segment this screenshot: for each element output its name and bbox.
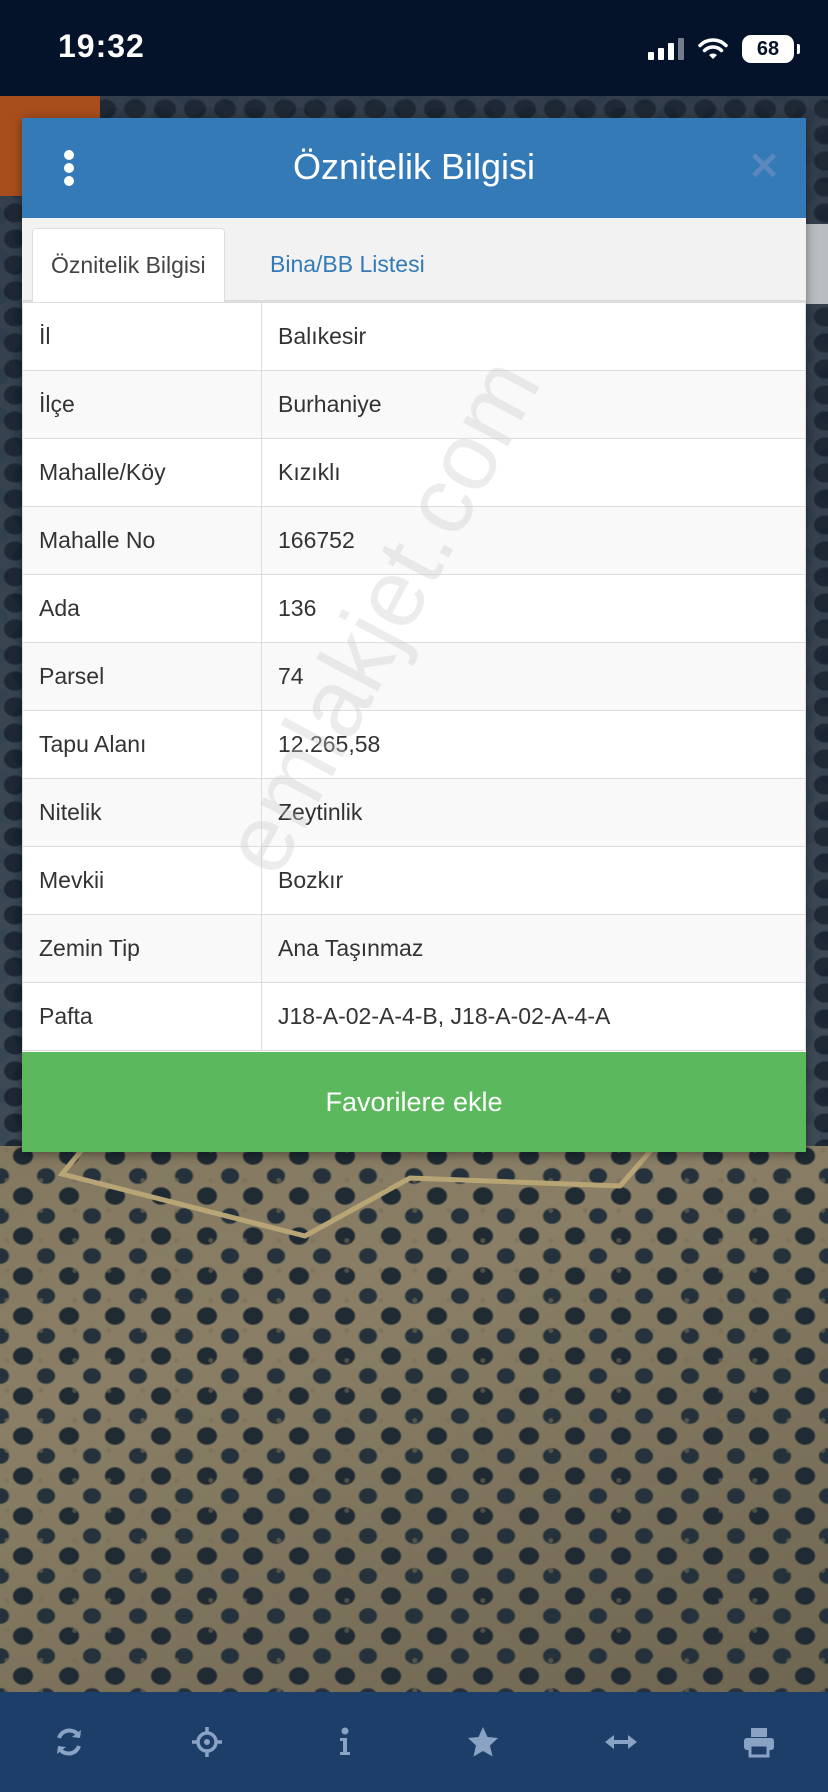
wifi-icon (698, 38, 728, 59)
print-button[interactable] (729, 1712, 789, 1772)
table-row: Nitelik Zeytinlik (22, 778, 806, 847)
cellular-signal-icon (648, 38, 684, 60)
measure-icon (605, 1735, 637, 1749)
tab-building-list[interactable]: Bina/BB Listesi (252, 228, 443, 300)
row-value: Bozkır (261, 846, 806, 915)
table-row: Pafta J18-A-02-A-4-B, J18-A-02-A-4-A (22, 982, 806, 1051)
table-row: Mahalle/Köy Kızıklı (22, 438, 806, 507)
dialog-title: Öznitelik Bilgisi (292, 146, 536, 187)
locate-button[interactable] (177, 1712, 237, 1772)
star-icon (468, 1727, 498, 1757)
row-key: İl (22, 302, 262, 371)
row-value: Ana Taşınmaz (261, 914, 806, 983)
row-key: İlçe (22, 370, 262, 439)
row-value: Kızıklı (261, 438, 806, 507)
dialog-header: Öznitelik Bilgisi ✕ (22, 118, 806, 218)
row-value: 12.265,58 (261, 710, 806, 779)
status-icons: 68 (648, 34, 800, 64)
tab-attribute-info[interactable]: Öznitelik Bilgisi (32, 228, 225, 303)
row-value: 136 (261, 574, 806, 643)
locate-icon (192, 1727, 222, 1757)
attribute-dialog: Öznitelik Bilgisi ✕ Öznitelik Bilgisi Bi… (22, 118, 806, 1152)
row-key: Mahalle No (22, 506, 262, 575)
table-row: Zemin Tip Ana Taşınmaz (22, 914, 806, 983)
table-row: İl Balıkesir (22, 302, 806, 371)
row-key: Parsel (22, 642, 262, 711)
parcel-boundary (57, 1140, 662, 1239)
table-row: İlçe Burhaniye (22, 370, 806, 439)
row-value: 166752 (261, 506, 806, 575)
row-value: Balıkesir (261, 302, 806, 371)
status-bar: 19:32 68 (0, 0, 828, 96)
row-key: Mevkii (22, 846, 262, 915)
row-value: Zeytinlik (261, 778, 806, 847)
attribute-table: İl Balıkesir İlçe Burhaniye Mahalle/Köy Kız… (22, 302, 806, 1051)
measure-button[interactable] (591, 1712, 651, 1772)
row-key: Mahalle/Köy (22, 438, 262, 507)
bottom-toolbar (0, 1692, 828, 1792)
row-key: Ada (22, 574, 262, 643)
refresh-button[interactable] (39, 1712, 99, 1772)
table-row: Mevkii Bozkır (22, 846, 806, 915)
refresh-icon (57, 1728, 81, 1756)
table-row: Tapu Alanı 12.265,58 (22, 710, 806, 779)
row-key: Zemin Tip (22, 914, 262, 983)
table-row: Ada 136 (22, 574, 806, 643)
row-key: Pafta (22, 982, 262, 1051)
status-time: 19:32 (58, 28, 145, 64)
battery-indicator: 68 (742, 35, 800, 63)
tab-bar: Öznitelik Bilgisi Bina/BB Listesi (22, 218, 806, 303)
favorites-button[interactable] (453, 1712, 513, 1772)
row-key: Tapu Alanı (22, 710, 262, 779)
row-value: 74 (261, 642, 806, 711)
close-icon[interactable]: ✕ (748, 148, 780, 186)
table-row: Mahalle No 166752 (22, 506, 806, 575)
add-to-favorites-button[interactable]: Favorilere ekle (22, 1052, 806, 1152)
info-icon (340, 1727, 350, 1755)
map-side-chip (806, 224, 828, 304)
row-value: Burhaniye (261, 370, 806, 439)
print-icon (744, 1728, 774, 1758)
table-row: Parsel 74 (22, 642, 806, 711)
info-button[interactable] (315, 1712, 375, 1772)
row-key: Nitelik (22, 778, 262, 847)
row-value: J18-A-02-A-4-B, J18-A-02-A-4-A (261, 982, 806, 1051)
